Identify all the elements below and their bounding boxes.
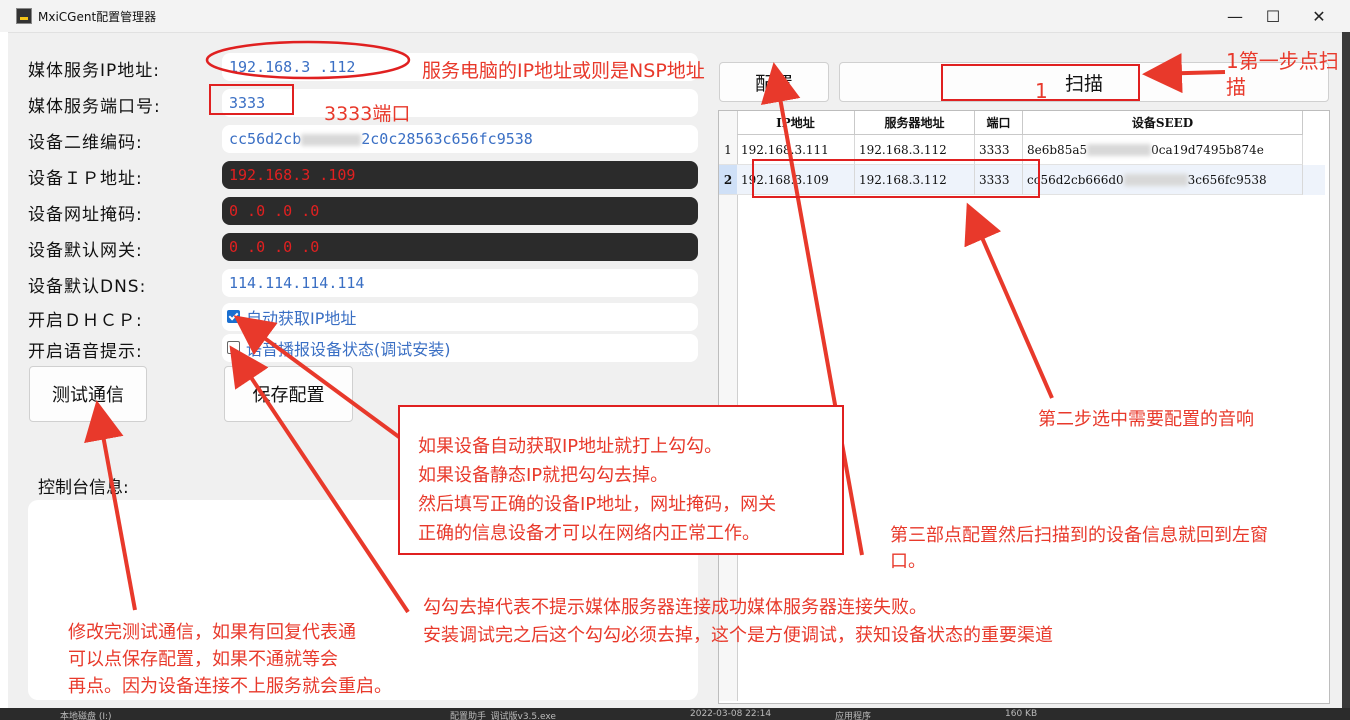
col-port[interactable]: 端口: [975, 111, 1023, 135]
annotation-port: 3333端口: [324, 103, 411, 125]
taskbar-type: 应用程序: [835, 712, 872, 720]
voice-checkbox-label[interactable]: 语音播报设备状态(调试安装): [246, 336, 451, 360]
close-button[interactable]: ✕: [1296, 0, 1342, 32]
device-dns-label: 设备默认DNS:: [28, 277, 147, 297]
voice-checkbox[interactable]: [227, 341, 240, 354]
port-highlight-box: [209, 84, 294, 115]
media-server-port-label: 媒体服务端口号:: [28, 97, 161, 117]
redacted-block: [301, 133, 362, 146]
device-dns-input[interactable]: 114.114.114.114: [222, 269, 698, 297]
test-communication-button[interactable]: 测试通信: [29, 366, 147, 422]
device-qrcode-input[interactable]: cc56d2cb 2c0c28563c656fc9538: [222, 125, 698, 153]
annotation-step1-num: 1: [1035, 79, 1048, 103]
annotation-step2: 第二步选中需要配置的音响: [1038, 409, 1254, 430]
redacted-block: [1087, 143, 1152, 156]
device-gateway-input[interactable]: 0 .0 .0 .0: [222, 233, 698, 261]
app-icon: [16, 8, 32, 24]
device-ip-input[interactable]: 192.168.3 .109: [222, 161, 698, 189]
dhcp-label: 开启ＤＨＣＰ:: [28, 311, 143, 331]
device-qrcode-label: 设备二维编码:: [28, 133, 143, 153]
background-window-edge: [0, 32, 8, 708]
device-mask-label: 设备网址掩码:: [28, 205, 143, 225]
taskbar: 本地磁盘 (I:) 配置助手_调试版v3.5.exe 2022-03-08 22…: [0, 708, 1350, 720]
background-window-edge-right: [1342, 32, 1350, 708]
row-highlight-box: [752, 159, 1040, 198]
config-button[interactable]: 配置: [719, 62, 829, 102]
annotation-test: 修改完测试通信，如果有回复代表通 可以点保存配置，如果不通就等会 再点。因为设备…: [68, 622, 392, 697]
device-ip-label: 设备ＩＰ地址:: [28, 169, 143, 189]
save-config-button[interactable]: 保存配置: [224, 366, 353, 422]
col-server[interactable]: 服务器地址: [855, 111, 975, 135]
redacted-block: [1123, 173, 1188, 186]
voice-label: 开启语音提示:: [28, 342, 143, 362]
annotation-dhcp: 如果设备自动获取IP地址就打上勾勾。 如果设备静态IP就把勾勾去掉。 然后填写正…: [418, 436, 777, 544]
grid-header: IP地址 服务器地址 端口 设备SEED: [737, 111, 1323, 135]
dhcp-checkbox-label[interactable]: 自动获取IP地址: [246, 305, 356, 329]
taskbar-item-file[interactable]: 配置助手_调试版v3.5.exe: [450, 709, 556, 720]
dhcp-checkbox[interactable]: [227, 310, 240, 323]
col-seed[interactable]: 设备SEED: [1023, 111, 1303, 135]
row-number: 2: [719, 165, 737, 195]
media-server-ip-label: 媒体服务IP地址:: [28, 61, 160, 81]
cell-seed: cc56d2cb666d0 3c656fc9538: [1023, 165, 1303, 195]
annotation-voice: 勾勾去掉代表不提示媒体服务器连接成功媒体服务器连接失败。 安装调试完之后这个勾勾…: [423, 597, 1053, 646]
title-bar: MxiCGent配置管理器 — ☐ ✕: [0, 0, 1350, 33]
device-gateway-label: 设备默认网关:: [28, 241, 143, 261]
window-title: MxiCGent配置管理器: [38, 10, 157, 24]
annotation-step3: 第三部点配置然后扫描到的设备信息就回到左窗 口。: [890, 525, 1268, 572]
cell-seed: 8e6b85a5 0ca19d7495b874e: [1023, 135, 1303, 165]
col-ip[interactable]: IP地址: [737, 111, 855, 135]
annotation-step1: 1第一步点扫 描: [1226, 49, 1339, 99]
taskbar-size: 160 KB: [1005, 709, 1038, 719]
maximize-button[interactable]: ☐: [1250, 0, 1296, 32]
row-number: 1: [719, 135, 737, 165]
taskbar-date: 2022-03-08 22:14: [690, 709, 772, 719]
annotation-nsp: 服务电脑的IP地址或则是NSP地址: [422, 60, 705, 82]
taskbar-item-disk[interactable]: 本地磁盘 (I:): [60, 709, 112, 720]
console-label: 控制台信息:: [38, 478, 129, 498]
device-mask-input[interactable]: 0 .0 .0 .0: [222, 197, 698, 225]
